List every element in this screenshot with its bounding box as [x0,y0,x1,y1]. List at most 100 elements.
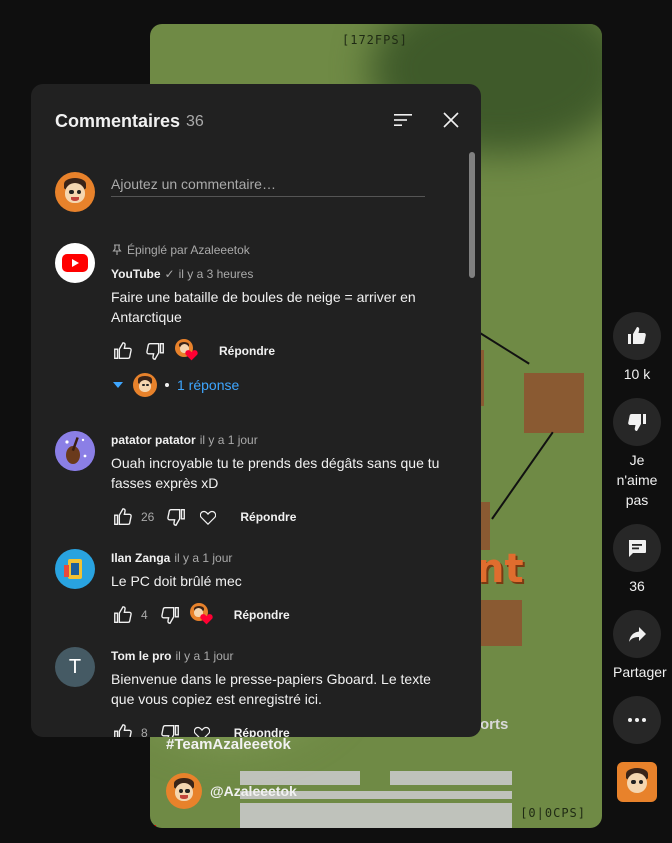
thumbs-down-outline-icon [146,342,164,360]
like-button[interactable] [107,335,139,367]
reply-button[interactable]: Répondre [219,344,275,358]
scrollbar-thumb[interactable] [469,152,475,278]
comment-avatar[interactable] [55,431,95,471]
dislike-button[interactable] [613,398,661,446]
video-line [491,431,554,520]
video-box [480,600,522,646]
comment-text: Faire une bataille de boules de neige = … [111,289,416,325]
like-button[interactable] [107,599,139,631]
thumbs-down-icon [628,414,646,431]
comment-author[interactable]: YouTube [111,265,161,283]
comment-body: Ilan Zanga il y a 1 jour Le PC doit brûl… [111,549,441,631]
close-icon [443,112,459,128]
comment-count: 36 [186,113,204,130]
panel-header: Commentaires 36 [31,84,481,156]
dislike-button[interactable] [154,717,186,737]
heart-outline-icon [200,510,217,525]
comments-button[interactable] [613,524,661,572]
youtube-logo-icon [62,254,88,272]
like-action[interactable]: 10 k [606,312,668,384]
share-button[interactable] [613,610,661,658]
share-label: Partager [613,664,667,680]
sort-icon [394,114,412,126]
heart-button[interactable] [192,501,224,533]
thumbs-up-outline-icon [114,724,132,737]
comments-action[interactable]: 36 [606,524,668,596]
comment-time[interactable]: il y a 1 jour [175,647,233,665]
comment-meta: patator patator il y a 1 jour [111,431,441,449]
share-icon [629,627,646,642]
thumbs-up-outline-icon [114,508,132,526]
more-button[interactable] [613,696,661,744]
comment-text: Bienvenue dans le presse-papiers Gboard.… [111,671,431,707]
comment-author[interactable]: Tom le pro [111,647,171,665]
comment-actions: 4 Répondre [107,599,441,631]
comment-time[interactable]: il y a 3 heures [179,265,254,283]
video-caption-partial: orts [480,716,509,733]
channel-avatar[interactable] [166,773,202,809]
chevron-down-icon [113,382,123,388]
comments-count: 36 [629,578,645,594]
more-action[interactable] [606,696,668,744]
thumbs-up-outline-icon [114,606,132,624]
video-hashtag[interactable]: #TeamAzaleeetok [166,736,291,753]
video-box [524,373,584,433]
dislike-button[interactable] [160,501,192,533]
reply-button[interactable]: Répondre [240,510,296,524]
ilan-avatar-icon [55,549,95,589]
sound-avatar[interactable] [617,762,657,802]
dislike-button[interactable] [139,335,171,367]
reply-avatar [133,373,157,397]
verified-icon: ✓ [164,267,175,281]
close-button[interactable] [439,108,463,132]
sort-button[interactable] [391,108,415,132]
channel-info[interactable]: @Azaleeetok [166,773,297,809]
thumbs-up-icon [628,327,646,344]
progress-bar[interactable] [150,825,156,828]
thumbs-down-outline-icon [160,606,179,624]
comment-author[interactable]: patator patator [111,431,196,449]
replies-count[interactable]: 1 réponse [177,377,239,393]
heart-icon [200,614,213,625]
dislike-action[interactable]: Je n'aime pas [606,398,668,510]
add-comment-input[interactable] [111,172,425,197]
cps-counter: [0|0CPS] [520,806,586,820]
like-count: 8 [141,726,148,737]
creator-heart[interactable] [186,599,218,631]
comment-author[interactable]: Ilan Zanga [111,549,170,567]
comment-avatar[interactable] [55,243,95,283]
thumbs-down-outline-icon [160,724,179,737]
dislike-button[interactable] [154,599,186,631]
comment-time[interactable]: il y a 1 jour [174,549,232,567]
view-replies-button[interactable]: 1 réponse [111,373,441,397]
reply-button[interactable]: Répondre [234,726,290,737]
comment-meta: YouTube ✓ il y a 3 heures [111,265,441,283]
comment-time[interactable]: il y a 1 jour [200,431,258,449]
comment-avatar[interactable]: T [55,647,95,687]
comment-text: Ouah incroyable tu te prends des dégâts … [111,455,440,491]
like-count: 4 [141,608,148,622]
violin-avatar-icon [55,431,95,471]
like-button[interactable] [107,501,139,533]
heart-button[interactable] [186,717,218,737]
video-overlay-text: nt [476,546,524,592]
heart-icon [185,350,198,361]
like-count: 10 k [623,366,651,382]
comment-avatar[interactable] [55,549,95,589]
sound-thumbnail[interactable] [606,762,668,802]
fps-counter: [172FPS] [342,33,408,47]
channel-handle[interactable]: @Azaleeetok [210,783,297,799]
reply-button[interactable]: Répondre [234,608,290,622]
pinned-text: Épinglé par Azaleeetok [127,243,250,257]
letter-avatar: T [55,647,95,687]
add-comment-row [55,172,425,212]
action-rail: 10 k Je n'aime pas 36 Partager [606,312,668,802]
creator-heart[interactable] [171,335,203,367]
thumbs-down-outline-icon [167,508,186,526]
like-button[interactable] [613,312,661,360]
share-action[interactable]: Partager [606,610,668,682]
pinned-label: Épinglé par Azaleeetok [111,243,441,257]
pin-icon [112,244,122,255]
comments-panel: Commentaires 36 Ajoutez un commentaire… … [31,84,481,737]
like-button[interactable] [107,717,139,737]
